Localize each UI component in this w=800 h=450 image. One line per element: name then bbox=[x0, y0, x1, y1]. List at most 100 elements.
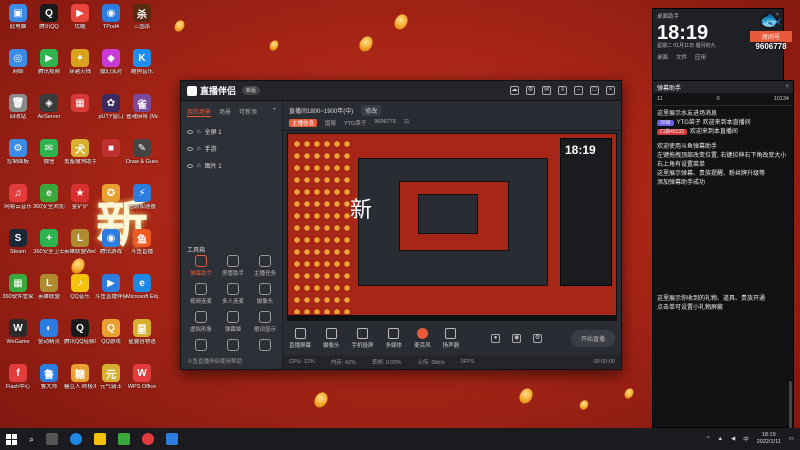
files-button[interactable]: 文件 bbox=[676, 53, 687, 61]
desktop-shortcut[interactable]: ⚡ 迅游加速器 bbox=[126, 184, 158, 211]
speaker-button[interactable]: 扬声器 bbox=[443, 327, 459, 349]
desktop-button[interactable]: 桌面 bbox=[657, 53, 668, 61]
tool-item[interactable]: 虚拟形象 bbox=[185, 311, 217, 333]
tool-item[interactable] bbox=[249, 339, 281, 353]
store-icon[interactable] bbox=[118, 433, 131, 445]
lock-icon[interactable]: ⌂ bbox=[197, 129, 201, 135]
desktop-shortcut[interactable]: ✉ 微信 bbox=[33, 139, 65, 166]
tool-item[interactable]: 弹幕助手 bbox=[185, 255, 217, 277]
notification-icon[interactable]: ▭ bbox=[789, 436, 794, 442]
source-item[interactable]: ⌂ 手游 bbox=[181, 140, 282, 157]
maximize-icon[interactable]: □ bbox=[590, 86, 599, 95]
ime-indicator[interactable]: 中 bbox=[743, 435, 749, 443]
folder-icon[interactable] bbox=[94, 433, 107, 445]
desktop-shortcut[interactable]: ▣ 此电脑 bbox=[2, 4, 34, 31]
desktop-shortcut[interactable]: 雀雀魂麻将 (Mahjong) bbox=[126, 94, 158, 121]
menu-icon[interactable]: ≡ bbox=[558, 86, 567, 95]
desktop-shortcut[interactable]: ◉ 腾讯游戏 bbox=[95, 229, 127, 256]
tool-item[interactable]: 弹幕姬 bbox=[217, 311, 249, 333]
tool-item[interactable] bbox=[185, 339, 217, 353]
desktop-shortcut[interactable]: ✎ Draw & Guess bbox=[126, 139, 158, 166]
danmu-assistant-panel[interactable]: 弹幕助手 × 11 0 10134 这里展示水友进场消息 30级 YTG菜子 欢迎… bbox=[652, 80, 794, 450]
task-view-icon[interactable] bbox=[46, 433, 59, 445]
taskbar-clock[interactable]: 18:19 2022/1/11 bbox=[757, 432, 781, 446]
desktop-shortcut[interactable]: 犬鬼畜撤狗助手 bbox=[64, 139, 96, 166]
edge-icon[interactable] bbox=[70, 433, 83, 445]
apps-button[interactable]: 应用 bbox=[695, 53, 706, 61]
desktop-shortcut[interactable]: ◐ 驱动精灵 bbox=[33, 319, 65, 346]
chat-header[interactable]: 弹幕助手 × bbox=[653, 81, 793, 93]
start-live-button[interactable]: 开始直播 bbox=[570, 329, 615, 347]
live-companion-taskbar-icon[interactable] bbox=[166, 433, 179, 445]
message-icon[interactable]: ✉ bbox=[542, 86, 551, 95]
live-companion-window[interactable]: 直播伴侣 新版 ☁ ⚙ ✉ ≡ – □ × 我的场景 场景 可新添 + ⌂ 全屏 … bbox=[180, 80, 622, 370]
desktop-shortcut[interactable]: f Flash中心 bbox=[2, 364, 34, 391]
close-icon[interactable]: × bbox=[606, 86, 615, 95]
tab-my-scenes[interactable]: 我的场景 bbox=[187, 107, 212, 117]
camera-button[interactable]: 摄像头 bbox=[323, 327, 340, 349]
desktop-shortcut[interactable]: 杀三国杀 bbox=[126, 4, 158, 31]
desktop-shortcut[interactable]: Q 腾讯QQ bbox=[33, 4, 65, 31]
desktop-shortcut[interactable]: 鱼斗鱼直播 bbox=[126, 229, 158, 256]
tool-item[interactable]: 房管助手 bbox=[217, 255, 249, 277]
settings-icon[interactable]: ⚙ bbox=[526, 86, 535, 95]
desktop-shortcut[interactable]: ★ 金铲铲 bbox=[64, 184, 96, 211]
desktop-shortcut[interactable]: e Microsoft Edge bbox=[126, 274, 158, 301]
add-scene-button[interactable]: + bbox=[272, 107, 276, 117]
search-icon[interactable]: ⌕ bbox=[29, 434, 34, 445]
desktop-shortcut[interactable]: ◉ TPod4 bbox=[95, 4, 127, 31]
start-button[interactable] bbox=[6, 433, 17, 445]
eye-icon[interactable] bbox=[187, 163, 193, 168]
desktop-shortcut[interactable]: ♪ QQ音乐 bbox=[64, 274, 96, 301]
desktop-shortcut[interactable]: ✦ 穿越火线 bbox=[64, 49, 96, 76]
desktop-shortcut[interactable]: ◎ 网络 bbox=[2, 49, 34, 76]
desktop-shortcut[interactable]: 鲁鲁大师 bbox=[33, 364, 65, 391]
eye-icon[interactable] bbox=[187, 146, 193, 151]
desktop-shortcut[interactable]: ▶ 斗鱼直播伴侣 bbox=[95, 274, 127, 301]
phone-cast-button[interactable]: 手机投屏 bbox=[352, 327, 374, 349]
title-bar[interactable]: 直播伴侣 新版 ☁ ⚙ ✉ ≡ – □ × bbox=[181, 81, 621, 101]
desktop-shortcut[interactable]: W WeGame bbox=[2, 319, 34, 346]
tool-item[interactable]: 多人连麦 bbox=[217, 283, 249, 305]
tool-item[interactable]: 视频连麦 bbox=[185, 283, 217, 305]
desktop-shortcut[interactable]: 元元气骑士 bbox=[95, 364, 127, 391]
source-item[interactable]: ⌂ 全屏 1 bbox=[181, 123, 282, 140]
tool-item[interactable]: 主播任务 bbox=[249, 255, 281, 277]
desktop-shortcut[interactable]: ▶ 腾讯视频 bbox=[33, 49, 65, 76]
desktop-shortcut[interactable]: W WPS Office bbox=[126, 364, 158, 391]
cloud-icon[interactable]: ☁ bbox=[510, 86, 519, 95]
netease-music-icon[interactable] bbox=[142, 433, 155, 445]
microphone-button[interactable]: 麦克风 bbox=[414, 327, 431, 349]
tray-arrow-icon[interactable]: ^ bbox=[707, 436, 710, 442]
minimize-icon[interactable]: – bbox=[574, 86, 583, 95]
volume-icon[interactable]: ◀ bbox=[731, 436, 735, 442]
desktop-shortcut[interactable]: ■ bbox=[95, 139, 127, 159]
help-link[interactable]: 斗鱼直播伴侣使用帮助 bbox=[187, 357, 242, 365]
lock-icon[interactable]: ⌂ bbox=[197, 146, 201, 152]
gear-icon[interactable]: ⚙ bbox=[533, 333, 543, 343]
tool-item[interactable]: 歌词显示 bbox=[249, 311, 281, 333]
version-badge[interactable]: 新版 bbox=[242, 86, 261, 95]
record-icon[interactable]: ● bbox=[491, 333, 501, 343]
desktop-shortcut[interactable]: 🗑 回收站 bbox=[2, 94, 34, 121]
desktop-shortcut[interactable]: 糖糖豆人:终极淘汰赛 bbox=[64, 364, 96, 391]
desktop-shortcut[interactable]: L 英雄联盟WeGame版 bbox=[64, 229, 96, 256]
anchor-info-tag[interactable]: 主播信息 bbox=[289, 119, 318, 127]
edit-room-button[interactable]: 修改 bbox=[361, 105, 382, 116]
desktop-shortcut[interactable]: ✪ bbox=[95, 184, 127, 204]
chat-close-icon[interactable]: × bbox=[785, 84, 789, 90]
desktop-shortcut[interactable]: Q 腾讯QQ轻聊版 bbox=[64, 319, 96, 346]
eye-icon[interactable]: ◉ bbox=[512, 333, 522, 343]
lock-icon[interactable]: ⌂ bbox=[197, 163, 201, 169]
desktop-shortcut[interactable]: ♫ 网易云音乐 bbox=[2, 184, 34, 211]
desktop-shortcut[interactable]: ▦ bbox=[64, 94, 96, 114]
tool-item[interactable] bbox=[217, 339, 249, 353]
screen-capture-button[interactable]: 直播屏幕 bbox=[289, 327, 311, 349]
source-item[interactable]: ⌂ 图片 1 bbox=[181, 157, 282, 174]
desktop-shortcut[interactable]: ✿ pUTY窗口 bbox=[95, 94, 127, 121]
stream-preview[interactable]: 新 18:19 bbox=[287, 133, 617, 321]
desktop-shortcut[interactable]: ▶ 优酷 bbox=[64, 4, 96, 31]
media-button[interactable]: 多媒体 bbox=[386, 327, 402, 349]
eye-icon[interactable] bbox=[187, 129, 193, 134]
tab-addable[interactable]: 可新添 bbox=[239, 107, 257, 117]
